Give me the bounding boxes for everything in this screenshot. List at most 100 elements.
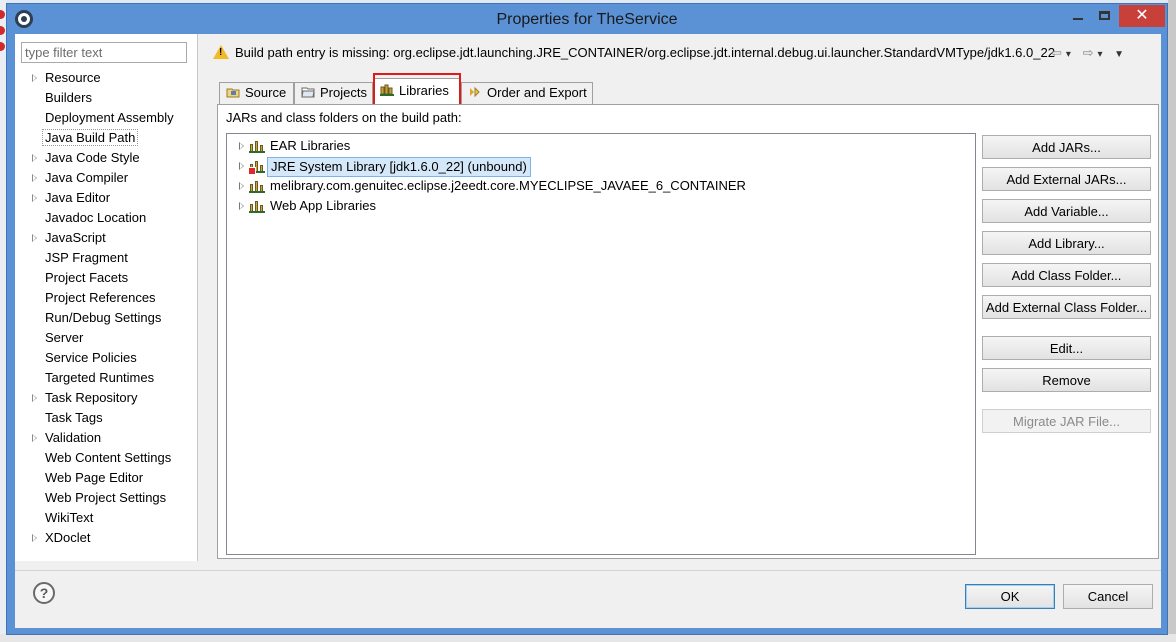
nav-item[interactable]: XDoclet [15,528,197,548]
nav-item-label: WikiText [45,510,94,525]
add-variable-button[interactable]: Add Variable... [982,199,1151,223]
nav-item-label: Task Repository [45,390,138,405]
add-class-folder-button[interactable]: Add Class Folder... [982,263,1151,287]
nav-item-label: JSP Fragment [45,250,128,265]
nav-item[interactable]: Web Page Editor [15,468,197,488]
tab-projects[interactable]: Projects [294,82,373,104]
add-jars-button[interactable]: Add JARs... [982,135,1151,159]
nav-item-label: Project Facets [45,270,129,285]
expand-arrow-icon[interactable] [32,154,37,162]
nav-item[interactable]: JavaScript [15,228,197,248]
background-error-icon [0,42,5,51]
tab-source-label: Source [245,85,287,100]
nav-item[interactable]: Web Project Settings [15,488,197,508]
nav-item[interactable]: Service Policies [15,348,197,368]
expand-arrow-icon[interactable] [32,194,37,202]
window-title: Properties for TheService [496,11,678,28]
remove-button[interactable]: Remove [982,368,1151,392]
view-menu-icon[interactable]: ▼ [1114,49,1128,60]
background-bottom-strip [0,634,1176,642]
expand-arrow-icon[interactable] [32,174,37,182]
expand-arrow-icon[interactable] [239,182,244,190]
expand-arrow-icon[interactable] [32,534,37,542]
tab-order-export[interactable]: Order and Export [461,82,593,104]
cancel-button[interactable]: Cancel [1063,584,1153,609]
close-button[interactable]: ✕ [1119,5,1165,27]
message-text: Build path entry is missing: org.eclipse… [235,45,1055,60]
help-button[interactable]: ? [33,582,55,604]
nav-item-label: Java Compiler [45,170,129,185]
library-icon [249,200,265,213]
property-page-list: Resource Builders Deployment Assembly Java … [15,68,197,548]
library-label: JRE System Library [jdk1.6.0_22] (unboun… [267,157,531,177]
message-bar: Build path entry is missing: org.eclipse… [213,42,1153,64]
nav-item[interactable]: Server [15,328,197,348]
footer-separator [15,570,1161,571]
error-overlay-icon [248,167,256,175]
add-external-class-folder-button[interactable]: Add External Class Folder... [982,295,1151,319]
migrate-jar-button[interactable]: Migrate JAR File... [982,409,1151,433]
nav-item[interactable]: Java Build Path [15,128,197,148]
nav-item[interactable]: Builders [15,88,197,108]
nav-item[interactable]: Web Content Settings [15,448,197,468]
nav-item-label: XDoclet [45,530,91,545]
maximize-button[interactable] [1091,5,1117,27]
expand-arrow-icon[interactable] [32,394,37,402]
tab-source[interactable]: Source [219,82,294,104]
background-scroll-strip [1168,0,1176,642]
filter-input[interactable] [21,42,187,63]
libraries-tab-content: JARs and class folders on the build path… [217,104,1159,559]
libraries-caption: JARs and class folders on the build path… [226,110,462,125]
forward-arrow-icon[interactable]: ⇨ [1083,45,1098,60]
nav-item-label: Java Code Style [45,150,140,165]
nav-item-label: Server [45,330,84,345]
nav-item[interactable]: Deployment Assembly [15,108,197,128]
forward-menu-icon[interactable]: ▾ [1097,49,1106,60]
page-navigation: ⇦▾ ⇨▾ ▼ [1051,45,1161,61]
title-bar[interactable]: Properties for TheService ✕ [7,4,1167,34]
expand-arrow-icon[interactable] [32,234,37,242]
nav-item-label: Resource [45,70,101,85]
add-external-jars-button[interactable]: Add External JARs... [982,167,1151,191]
library-icon [249,180,265,193]
nav-item-label: Deployment Assembly [45,110,174,125]
ok-button[interactable]: OK [965,584,1055,609]
nav-item[interactable]: Project References [15,288,197,308]
properties-dialog: Properties for TheService ✕ Resource Buil… [6,3,1168,635]
nav-item[interactable]: Validation [15,428,197,448]
expand-arrow-icon[interactable] [239,142,244,150]
nav-item[interactable]: Task Tags [15,408,197,428]
tab-libraries[interactable]: Libraries [373,78,461,105]
maximize-icon [1099,11,1110,20]
tab-libraries-label: Libraries [399,83,449,98]
nav-item[interactable]: JSP Fragment [15,248,197,268]
nav-item[interactable]: Java Editor [15,188,197,208]
back-arrow-icon[interactable]: ⇦ [1051,45,1066,60]
back-menu-icon[interactable]: ▾ [1066,49,1075,60]
nav-item[interactable]: Java Compiler [15,168,197,188]
nav-item[interactable]: Resource [15,68,197,88]
expand-arrow-icon[interactable] [239,162,244,170]
nav-item[interactable]: WikiText [15,508,197,528]
edit-button[interactable]: Edit... [982,336,1151,360]
libraries-tree[interactable]: EAR Libraries JRE System Library [jdk1.6.… [226,133,976,555]
nav-item-label: Javadoc Location [45,210,147,225]
nav-item[interactable]: Javadoc Location [15,208,197,228]
library-label: melibrary.com.genuitec.eclipse.j2eedt.co… [270,178,746,193]
nav-item[interactable]: Targeted Runtimes [15,368,197,388]
nav-item-label: Builders [45,90,92,105]
expand-arrow-icon[interactable] [32,434,37,442]
close-icon: ✕ [1135,7,1149,24]
nav-item[interactable]: Java Code Style [15,148,197,168]
nav-item-label: Web Project Settings [45,490,167,505]
expand-arrow-icon[interactable] [32,74,37,82]
libraries-icon [380,84,394,96]
nav-item[interactable]: Run/Debug Settings [15,308,197,328]
expand-arrow-icon[interactable] [239,202,244,210]
minimize-button[interactable] [1065,5,1091,27]
add-library-button[interactable]: Add Library... [982,231,1151,255]
nav-item[interactable]: Task Repository [15,388,197,408]
tab-projects-label: Projects [320,85,367,100]
nav-item[interactable]: Project Facets [15,268,197,288]
nav-item-label: Service Policies [45,350,137,365]
